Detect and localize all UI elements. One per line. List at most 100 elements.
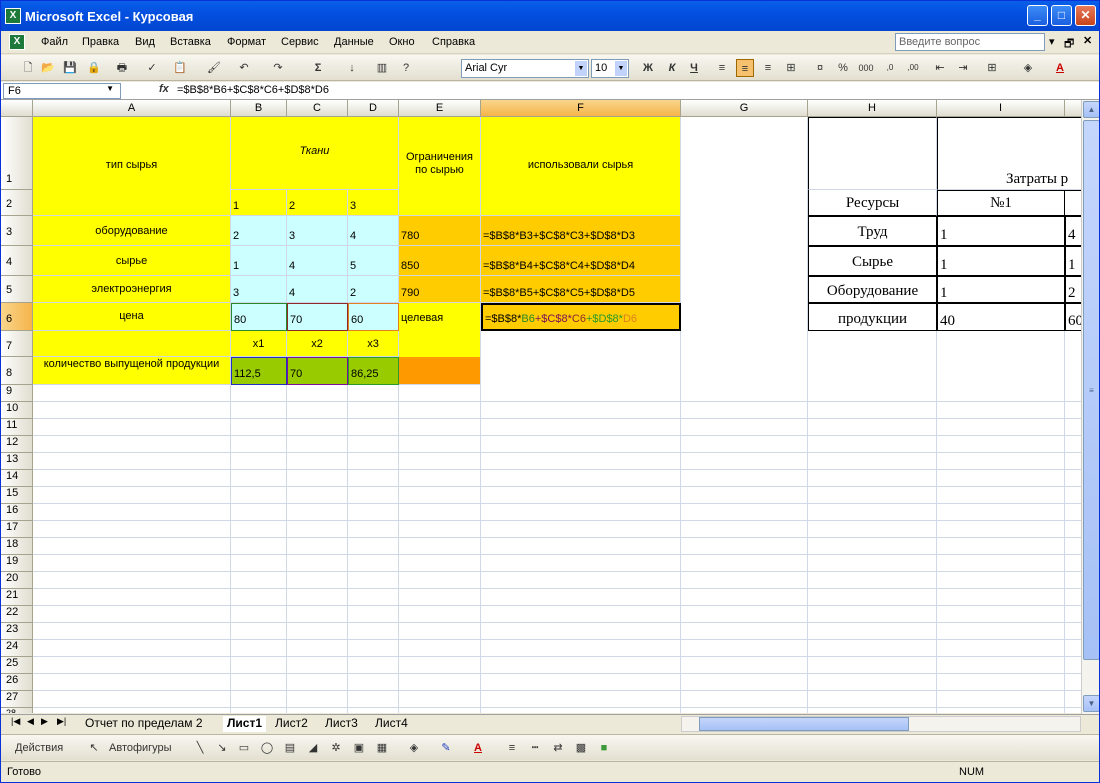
cell-c5[interactable]: 4 [287, 276, 348, 303]
3d-icon[interactable]: ■ [595, 739, 613, 757]
cell-c8[interactable]: 70 [287, 357, 348, 385]
cell-e3[interactable]: 780 [399, 216, 481, 246]
chevron-down-icon[interactable]: ▼ [575, 61, 587, 76]
row-header-22[interactable]: 22 [1, 606, 33, 623]
row-header-15[interactable]: 15 [1, 487, 33, 504]
cell-j6[interactable]: 60 [1065, 303, 1081, 331]
menu-view[interactable]: Вид [135, 36, 155, 48]
close-button[interactable]: ✕ [1075, 5, 1096, 26]
row-header-7[interactable]: 7 [1, 331, 33, 357]
fill-color-icon[interactable]: ◈ [405, 739, 423, 757]
row-header-9[interactable]: 9 [1, 385, 33, 402]
select-all-corner[interactable] [1, 100, 33, 117]
first-sheet-icon[interactable]: |◀ [7, 716, 24, 732]
cell-h6[interactable]: продукции [808, 303, 937, 331]
row-header-10[interactable]: 10 [1, 402, 33, 419]
maximize-button[interactable]: □ [1051, 5, 1072, 26]
cell-b1[interactable]: Ткани [231, 117, 399, 190]
chart-icon[interactable]: ▥ [373, 59, 391, 77]
chevron-down-icon[interactable]: ▼ [615, 61, 627, 76]
chevron-down-icon[interactable]: ▼ [106, 84, 114, 93]
autosum-icon[interactable]: Σ [309, 59, 327, 77]
minimize-button[interactable]: _ [1027, 5, 1048, 26]
column-header-i[interactable]: I [937, 100, 1065, 117]
percent-icon[interactable]: % [834, 59, 852, 77]
line-icon[interactable]: ╲ [191, 739, 209, 757]
cell-a1[interactable]: тип сырья [33, 117, 231, 216]
workbook-icon[interactable]: X [9, 34, 25, 50]
cell-i3[interactable]: 1 [937, 216, 1065, 246]
row-header-3[interactable]: 3 [1, 216, 33, 246]
help-icon[interactable]: ? [397, 59, 415, 77]
row-header-27[interactable]: 27 [1, 691, 33, 708]
row-header-2[interactable]: 2 [1, 190, 33, 216]
formula-input[interactable]: =$B$8*B6+$C$8*C6+$D$8*D6 [177, 84, 329, 96]
decrease-indent-icon[interactable]: ⇤ [931, 59, 949, 77]
font-color-icon[interactable]: A [469, 739, 487, 757]
menu-insert[interactable]: Вставка [170, 36, 211, 48]
increase-decimal-icon[interactable]: ,0 [881, 59, 899, 77]
cell-a5[interactable]: электроэнергия [33, 276, 231, 303]
scroll-thumb[interactable]: ≡ [1083, 120, 1099, 660]
align-center-icon[interactable]: ≡ [736, 59, 754, 77]
row-header-19[interactable]: 19 [1, 555, 33, 572]
textbox-icon[interactable]: ▤ [281, 739, 299, 757]
horizontal-scrollbar[interactable] [681, 716, 1081, 732]
row-header-14[interactable]: 14 [1, 470, 33, 487]
row-header-17[interactable]: 17 [1, 521, 33, 538]
cell-d8[interactable]: 86,25 [348, 357, 399, 385]
cell-j2[interactable] [1065, 190, 1081, 216]
cell-f6-active[interactable]: =$B$8*B6+$C$8*C6+$D$8*D6 [481, 303, 681, 331]
sheet-tab-report[interactable]: Отчет по пределам 2 [81, 716, 207, 732]
actions-menu[interactable]: Действия [15, 739, 77, 757]
borders-icon[interactable]: ⊞ [983, 59, 1001, 77]
restore-icon[interactable]: 🗗 [1064, 35, 1074, 54]
cell-f1[interactable]: использовали сырья [481, 117, 681, 216]
cell-h2[interactable]: Ресурсы [808, 190, 937, 216]
arrow-icon[interactable]: ↘ [213, 739, 231, 757]
column-header-f[interactable]: F [481, 100, 681, 117]
spelling-icon[interactable]: ✓ [143, 59, 161, 77]
format-painter-icon[interactable]: 🖌 [205, 59, 223, 77]
fx-icon[interactable]: fx [159, 83, 169, 95]
cell-j5[interactable]: 2 [1065, 276, 1081, 303]
column-header-b[interactable]: B [231, 100, 287, 117]
comma-style-icon[interactable]: 000 [857, 59, 875, 77]
column-header-a[interactable]: A [33, 100, 231, 117]
currency-icon[interactable]: ¤ [811, 59, 829, 77]
row-header-21[interactable]: 21 [1, 589, 33, 606]
row-header-23[interactable]: 23 [1, 623, 33, 640]
menu-tools[interactable]: Сервис [281, 36, 319, 48]
cell-h4[interactable]: Сырье [808, 246, 937, 276]
cell-j4[interactable]: 1 [1065, 246, 1081, 276]
font-color-icon[interactable]: A [1051, 59, 1069, 77]
picture-icon[interactable]: ▦ [373, 739, 391, 757]
shadow-icon[interactable]: ▩ [572, 739, 590, 757]
sheet-tab-list3[interactable]: Лист3 [321, 716, 362, 732]
cell-i5[interactable]: 1 [937, 276, 1065, 303]
permission-icon[interactable]: 🔒 [85, 59, 103, 77]
underline-button[interactable]: Ч [685, 59, 703, 77]
menu-format[interactable]: Формат [227, 36, 266, 48]
cell-d4[interactable]: 5 [348, 246, 399, 276]
cell-f5[interactable]: =$B$8*B5+$C$8*C5+$D$8*D5 [481, 276, 681, 303]
cell-b8[interactable]: 112,5 [231, 357, 287, 385]
close-doc-icon[interactable]: ✕ [1083, 34, 1092, 47]
fill-color-icon[interactable]: ◈ [1019, 59, 1037, 77]
cell-c2[interactable]: 2 [287, 190, 348, 216]
autoshapes-menu[interactable]: Автофигуры [109, 739, 185, 757]
cell-h1[interactable] [808, 117, 937, 190]
row-header-25[interactable]: 25 [1, 657, 33, 674]
cell-i6[interactable]: 40 [937, 303, 1065, 331]
cell-d3[interactable]: 4 [348, 216, 399, 246]
cell-c3[interactable]: 3 [287, 216, 348, 246]
row-header-16[interactable]: 16 [1, 504, 33, 521]
cell-d5[interactable]: 2 [348, 276, 399, 303]
row-header-24[interactable]: 24 [1, 640, 33, 657]
column-header-e[interactable]: E [399, 100, 481, 117]
bold-button[interactable]: Ж [639, 59, 657, 77]
cell-b5[interactable]: 3 [231, 276, 287, 303]
vertical-scrollbar[interactable]: ▲ ≡ ▼ [1081, 100, 1099, 714]
cell-a8[interactable]: количество выпущеной продукции [33, 357, 231, 385]
arrow-style-icon[interactable]: ⇄ [549, 739, 567, 757]
